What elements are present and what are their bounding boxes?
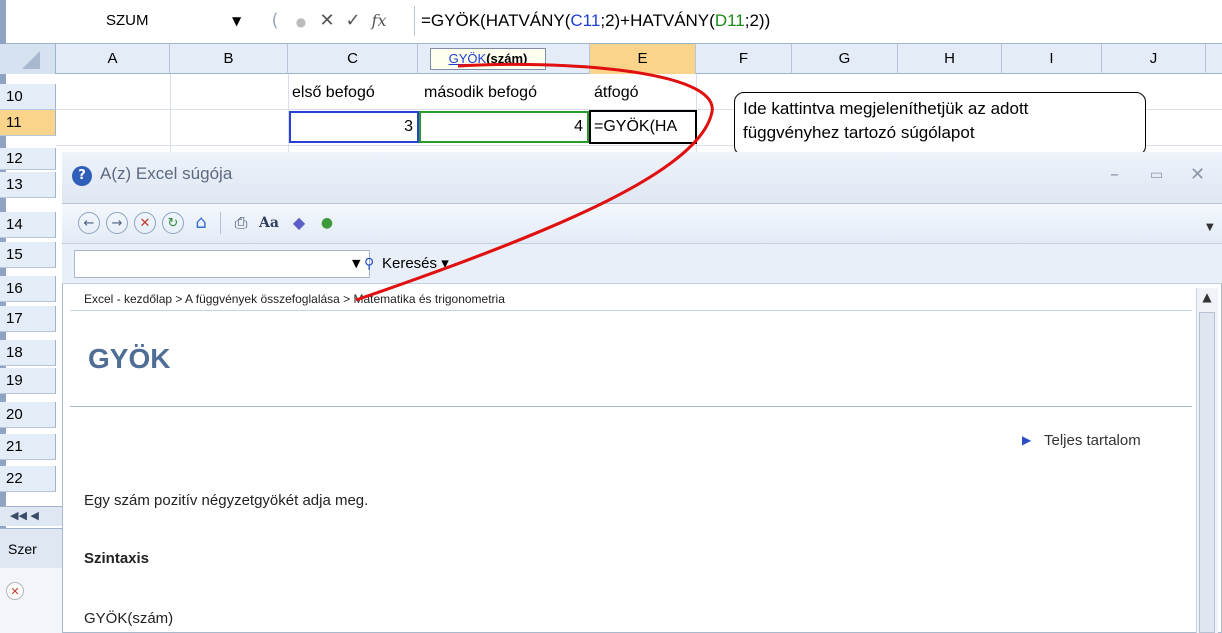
annotation-arrow-curve	[355, 62, 714, 302]
